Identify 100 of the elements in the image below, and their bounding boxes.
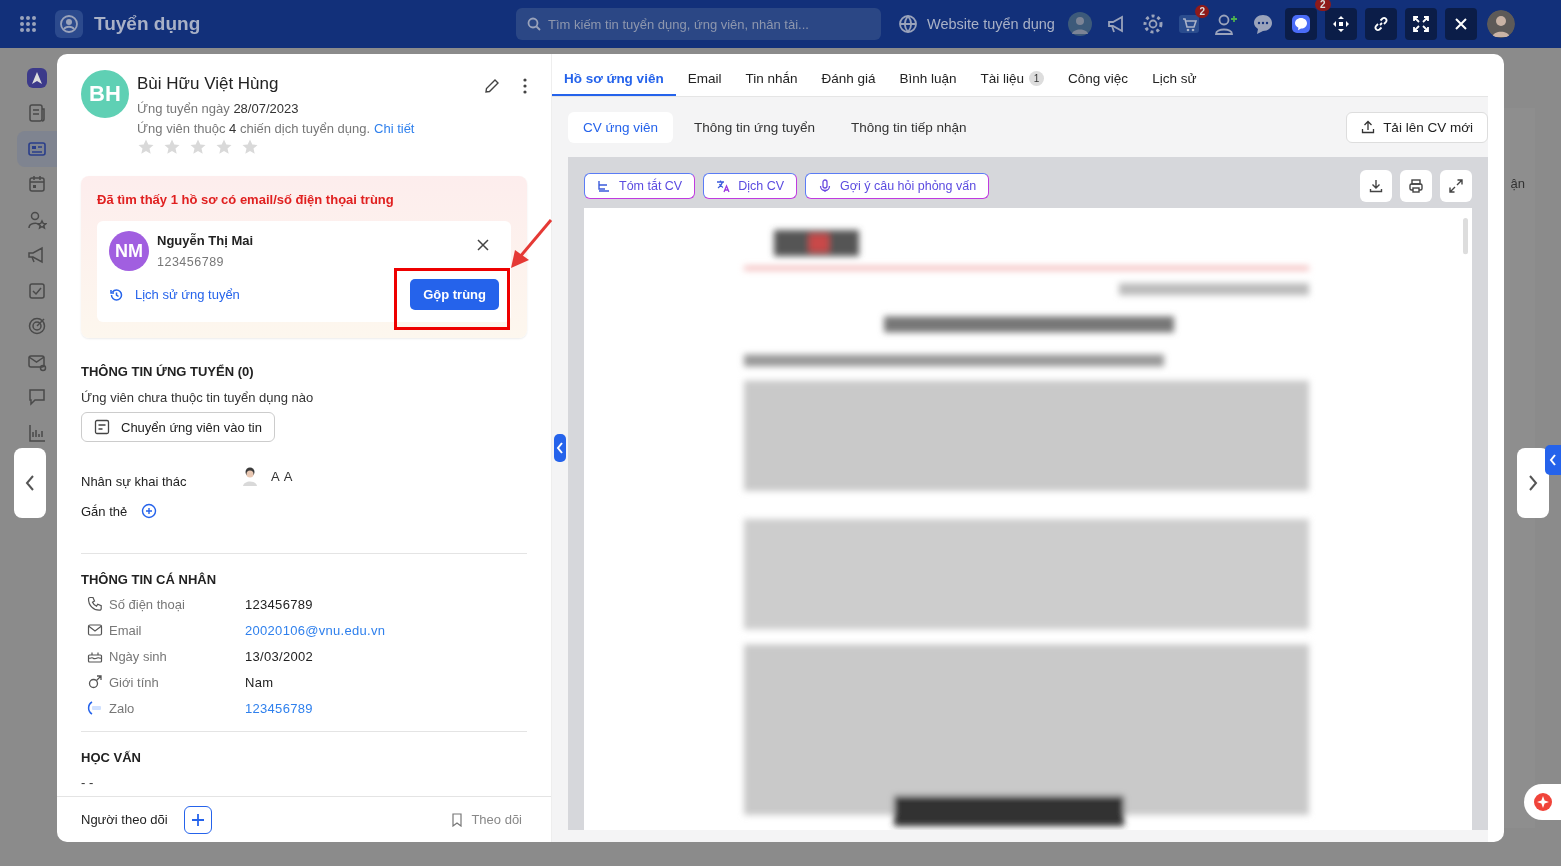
profile-avatar[interactable] xyxy=(1487,10,1515,38)
match-name: Nguyễn Thị Mai xyxy=(157,233,254,248)
user-avatar[interactable] xyxy=(1068,12,1092,36)
chat-icon[interactable] xyxy=(1252,13,1274,35)
field-link[interactable]: 123456789 xyxy=(245,700,313,716)
applied-date: Ứng tuyển ngày 28/07/2023 xyxy=(137,101,300,116)
message-icon[interactable] xyxy=(27,387,47,408)
logo-icon[interactable] xyxy=(27,67,47,88)
search-field[interactable]: Tìm kiếm tin tuyển dụng, ứng viên, nhân tài... xyxy=(516,8,881,40)
calendar-icon[interactable] xyxy=(27,174,47,195)
fullscreen-button[interactable] xyxy=(1405,8,1437,40)
notification-badge: 2 xyxy=(1195,5,1209,18)
print-button[interactable] xyxy=(1400,170,1432,202)
field-link[interactable]: 20020106@vnu.edu.vn xyxy=(245,622,386,638)
next-button[interactable] xyxy=(1517,448,1549,518)
field-label: Số điện thoại xyxy=(109,596,186,612)
field-label: Gắn thẻ xyxy=(81,503,128,519)
merge-button[interactable]: Gộp trùng xyxy=(410,279,499,310)
tab[interactable]: Tài liệu 1 xyxy=(968,71,1057,96)
ai-button[interactable]: Gợi ý câu hỏi phỏng vấn xyxy=(805,173,990,199)
tab[interactable]: Bình luận xyxy=(887,71,969,96)
field-label: Zalo xyxy=(109,700,136,716)
side-panel-tab[interactable] xyxy=(1545,445,1561,475)
link-icon xyxy=(1372,15,1390,33)
upload-cv-button[interactable]: Tải lên CV mới xyxy=(1346,111,1488,143)
candidate-name: Bùi Hữu Việt Hùng xyxy=(137,74,280,94)
section-heading: HỌC VẤN xyxy=(81,750,142,765)
add-tag-icon[interactable] xyxy=(141,503,158,519)
person-icon xyxy=(1487,10,1515,38)
sub-tab[interactable]: Thông tin ứng tuyển xyxy=(679,111,830,143)
star-icon xyxy=(137,138,155,156)
history-link[interactable]: Lịch sử ứng tuyển xyxy=(109,287,240,302)
list-icon xyxy=(94,419,110,435)
website-link[interactable]: Website tuyển dụng xyxy=(898,14,1058,34)
field-label: Nhân sự khai thác xyxy=(81,474,188,489)
target-icon[interactable] xyxy=(27,316,47,337)
recruiter-name: A A xyxy=(271,468,294,484)
chevron-left-icon xyxy=(24,474,36,492)
microphone-icon xyxy=(818,179,833,193)
close-icon[interactable] xyxy=(477,239,489,251)
download-icon xyxy=(1368,178,1384,194)
chevron-right-icon xyxy=(1527,474,1539,492)
star-icon xyxy=(163,138,181,156)
app-title: Tuyển dụng xyxy=(94,13,202,35)
field-label: Ngày sinh xyxy=(109,648,168,664)
field-label: Email xyxy=(109,622,143,638)
follow-button[interactable]: Theo dõi xyxy=(446,812,527,827)
move-button[interactable] xyxy=(1325,8,1357,40)
tab[interactable]: Công việc xyxy=(1056,71,1141,96)
star-icon xyxy=(215,138,233,156)
sub-tab[interactable]: Thông tin tiếp nhận xyxy=(835,111,982,143)
user-star-icon[interactable] xyxy=(27,209,47,230)
messenger-button[interactable] xyxy=(1285,8,1317,40)
translate-icon xyxy=(716,179,731,193)
collapse-handle[interactable] xyxy=(554,434,566,462)
add-follower-button[interactable] xyxy=(183,805,212,834)
ai-button[interactable]: Tóm tắt CV xyxy=(584,173,696,199)
field-label: Giới tính xyxy=(109,674,160,690)
tab[interactable]: Lịch sử xyxy=(1140,71,1209,96)
link-button[interactable] xyxy=(1365,8,1397,40)
detail-link[interactable]: Chi tiết xyxy=(374,121,415,136)
upload-icon xyxy=(1361,120,1376,134)
previous-button[interactable] xyxy=(14,448,46,518)
plus-icon xyxy=(190,812,205,827)
pointer-arrow xyxy=(509,218,553,270)
person-icon xyxy=(241,466,259,486)
section-heading: THÔNG TIN ỨNG TUYỂN (0) xyxy=(81,364,255,379)
ai-button[interactable]: Dịch CV xyxy=(703,173,798,199)
expand-icon xyxy=(1448,178,1464,194)
summary-icon xyxy=(597,179,611,193)
tab[interactable]: Email xyxy=(675,71,734,96)
column-header: ận xyxy=(1510,176,1525,191)
alert-message: Đã tìm thấy 1 hồ sơ có email/số điện thọai trùng xyxy=(97,192,395,207)
candidate-avatar: BH xyxy=(81,70,129,118)
more-icon[interactable] xyxy=(523,78,527,94)
apps-grid-icon[interactable] xyxy=(18,14,38,34)
chat-bubble-icon xyxy=(1292,15,1310,33)
close-button[interactable] xyxy=(1445,8,1477,40)
tab[interactable]: Đánh giá xyxy=(809,71,888,96)
match-avatar: NM xyxy=(109,231,149,271)
printer-icon xyxy=(1408,178,1424,194)
expand-icon xyxy=(1412,15,1430,33)
download-button[interactable] xyxy=(1360,170,1392,202)
cart-icon[interactable] xyxy=(1178,13,1200,35)
edit-icon[interactable] xyxy=(484,78,500,94)
assistant-button[interactable] xyxy=(1524,784,1561,820)
count-badge: 1 xyxy=(1029,71,1045,86)
checkbox-icon[interactable] xyxy=(27,280,47,301)
history-icon xyxy=(109,287,123,302)
expand-button[interactable] xyxy=(1440,170,1472,202)
campaign-count: Ứng viên thuộc 4 chiến dịch tuyển dụng. xyxy=(137,121,370,136)
star-icon xyxy=(241,138,259,156)
search-icon xyxy=(527,17,541,31)
field-label: Người theo dõi xyxy=(81,812,168,827)
add-user-icon[interactable] xyxy=(1214,13,1238,35)
tab[interactable]: Tin nhắn xyxy=(733,71,810,96)
move-candidate-button[interactable]: Chuyển ứng viên vào tin xyxy=(81,412,275,442)
sub-tab[interactable]: CV ứng viên xyxy=(568,111,674,143)
settings-icon[interactable] xyxy=(1142,13,1164,35)
move-arrows-icon xyxy=(1332,15,1350,33)
